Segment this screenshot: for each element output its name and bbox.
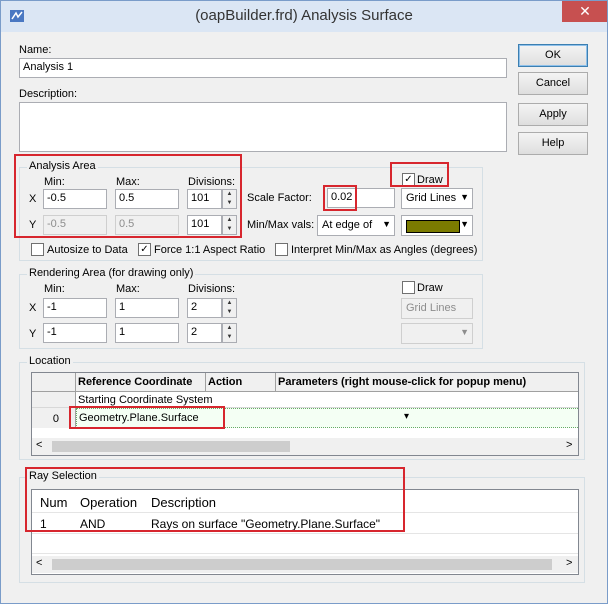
autosize-checkbox[interactable] [31,243,44,256]
analysis-surface-dialog: (oapBuilder.frd) Analysis Surface ✕ Name… [0,0,608,604]
ra-draw-label: Draw [417,282,443,294]
scroll-right-icon[interactable]: > [566,439,572,451]
scale-factor-label: Scale Factor: [247,192,312,204]
close-button[interactable]: ✕ [562,1,607,22]
ra-y-divisions-input[interactable]: 2 [187,323,222,343]
ra-y-max-input[interactable]: 1 [115,323,179,343]
aa-grid-lines-select[interactable]: Grid Lines ▼ [401,188,473,209]
help-button[interactable]: Help [518,132,588,155]
annotation-ray-selection [25,467,405,532]
minmax-value: At edge of [322,219,373,231]
minmax-label: Min/Max vals: [247,219,315,231]
annotation-reference [69,406,225,429]
ray-hscrollbar[interactable]: < > [32,556,578,573]
scroll-left-icon[interactable]: < [36,557,42,569]
location-header-params[interactable]: Parameters (right mouse-click for popup … [276,373,578,392]
ra-draw-checkbox[interactable] [402,281,415,294]
location-hscrollbar[interactable]: < > [32,438,578,455]
window-title: (oapBuilder.frd) Analysis Surface [195,7,413,24]
ra-max-label: Max: [116,283,140,295]
ra-grid-lines-select[interactable]: Grid Lines [401,298,473,319]
ra-x-label: X [29,302,37,314]
name-label: Name: [19,44,52,56]
spin-up-icon[interactable]: ▲ [223,324,236,333]
scroll-thumb[interactable] [52,559,552,570]
title-bar: (oapBuilder.frd) Analysis Surface ✕ [1,1,607,32]
ra-min-label: Min: [44,283,65,295]
ok-button[interactable]: OK [518,44,588,67]
annotation-draw [390,162,449,187]
chevron-down-icon: ▼ [460,219,469,229]
cancel-button[interactable]: Cancel [518,72,588,95]
spin-down-icon[interactable]: ▼ [223,333,236,342]
ra-x-min-input[interactable]: -1 [43,298,107,318]
apply-button[interactable]: Apply [518,103,588,126]
autosize-label: Autosize to Data [47,244,128,256]
ra-y-label: Y [29,328,37,340]
spin-down-icon[interactable]: ▼ [223,308,236,317]
location-header-ref[interactable]: Reference Coordinate [76,373,206,392]
description-label: Description: [19,88,78,100]
ra-divisions-label: Divisions: [188,283,236,295]
ra-color-select[interactable]: ▼ [401,323,473,344]
annotation-analysis-area [14,154,242,238]
location-corner-cell [32,373,76,392]
ra-y-min-input[interactable]: -1 [43,323,107,343]
ra-x-divisions-input[interactable]: 2 [187,298,222,318]
ra-x-divisions-spinner[interactable]: ▲ ▼ [222,298,237,318]
annotation-scale-factor [323,185,357,211]
ra-y-divisions-spinner[interactable]: ▲ ▼ [222,323,237,343]
location-header-action[interactable]: Action [206,373,276,392]
scroll-right-icon[interactable]: > [566,557,572,569]
aa-grid-lines-value: Grid Lines [406,192,457,204]
name-input[interactable]: Analysis 1 [19,58,507,78]
interpret-angles-label: Interpret Min/Max as Angles (degrees) [291,244,478,256]
row-dropdown-icon[interactable]: ▾ [404,411,416,424]
minmax-select[interactable]: At edge of ▼ [317,215,395,236]
chevron-down-icon: ▼ [460,327,469,337]
force-aspect-checkbox[interactable]: ✓ [138,243,151,256]
location-title: Location [27,355,73,367]
chevron-down-icon: ▼ [460,192,469,202]
color-swatch [406,220,460,233]
ra-grid-lines-value: Grid Lines [406,302,457,314]
ra-x-max-input[interactable]: 1 [115,298,179,318]
spin-up-icon[interactable]: ▲ [223,299,236,308]
chevron-down-icon: ▼ [382,219,391,229]
description-input[interactable] [19,102,507,152]
color-select[interactable]: ▼ [401,215,473,236]
rendering-area-title: Rendering Area (for drawing only) [27,267,196,279]
interpret-angles-checkbox[interactable] [275,243,288,256]
scroll-left-icon[interactable]: < [36,439,42,451]
scroll-thumb[interactable] [52,441,290,452]
ray-empty-row [32,534,578,554]
force-aspect-label: Force 1:1 Aspect Ratio [154,244,266,256]
